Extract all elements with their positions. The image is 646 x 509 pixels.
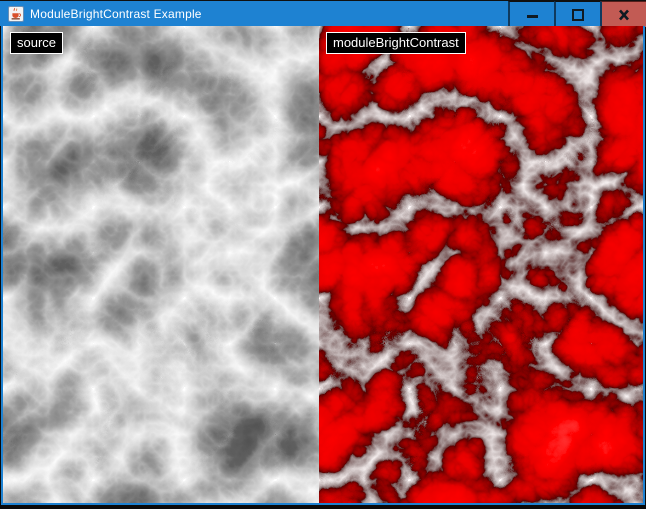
- minimize-button[interactable]: [508, 1, 554, 27]
- close-button[interactable]: [600, 1, 646, 27]
- panel-source: source: [3, 26, 319, 503]
- content-area: source moduleBrigh: [1, 26, 645, 505]
- source-image: [3, 26, 319, 503]
- source-label: source: [10, 32, 63, 54]
- close-icon: [618, 9, 630, 21]
- app-window: ModuleBrightContrast Example: [0, 0, 646, 509]
- maximize-icon: [572, 9, 584, 21]
- module-output-image: [319, 26, 643, 503]
- module-label: moduleBrightContrast: [326, 32, 466, 54]
- panel-module: moduleBrightContrast: [319, 26, 643, 503]
- titlebar[interactable]: ModuleBrightContrast Example: [0, 0, 646, 26]
- window-controls: [508, 1, 646, 27]
- java-coffee-cup-icon[interactable]: [8, 6, 24, 22]
- window-title: ModuleBrightContrast Example: [30, 7, 202, 21]
- minimize-icon: [527, 15, 538, 18]
- maximize-button[interactable]: [554, 1, 600, 27]
